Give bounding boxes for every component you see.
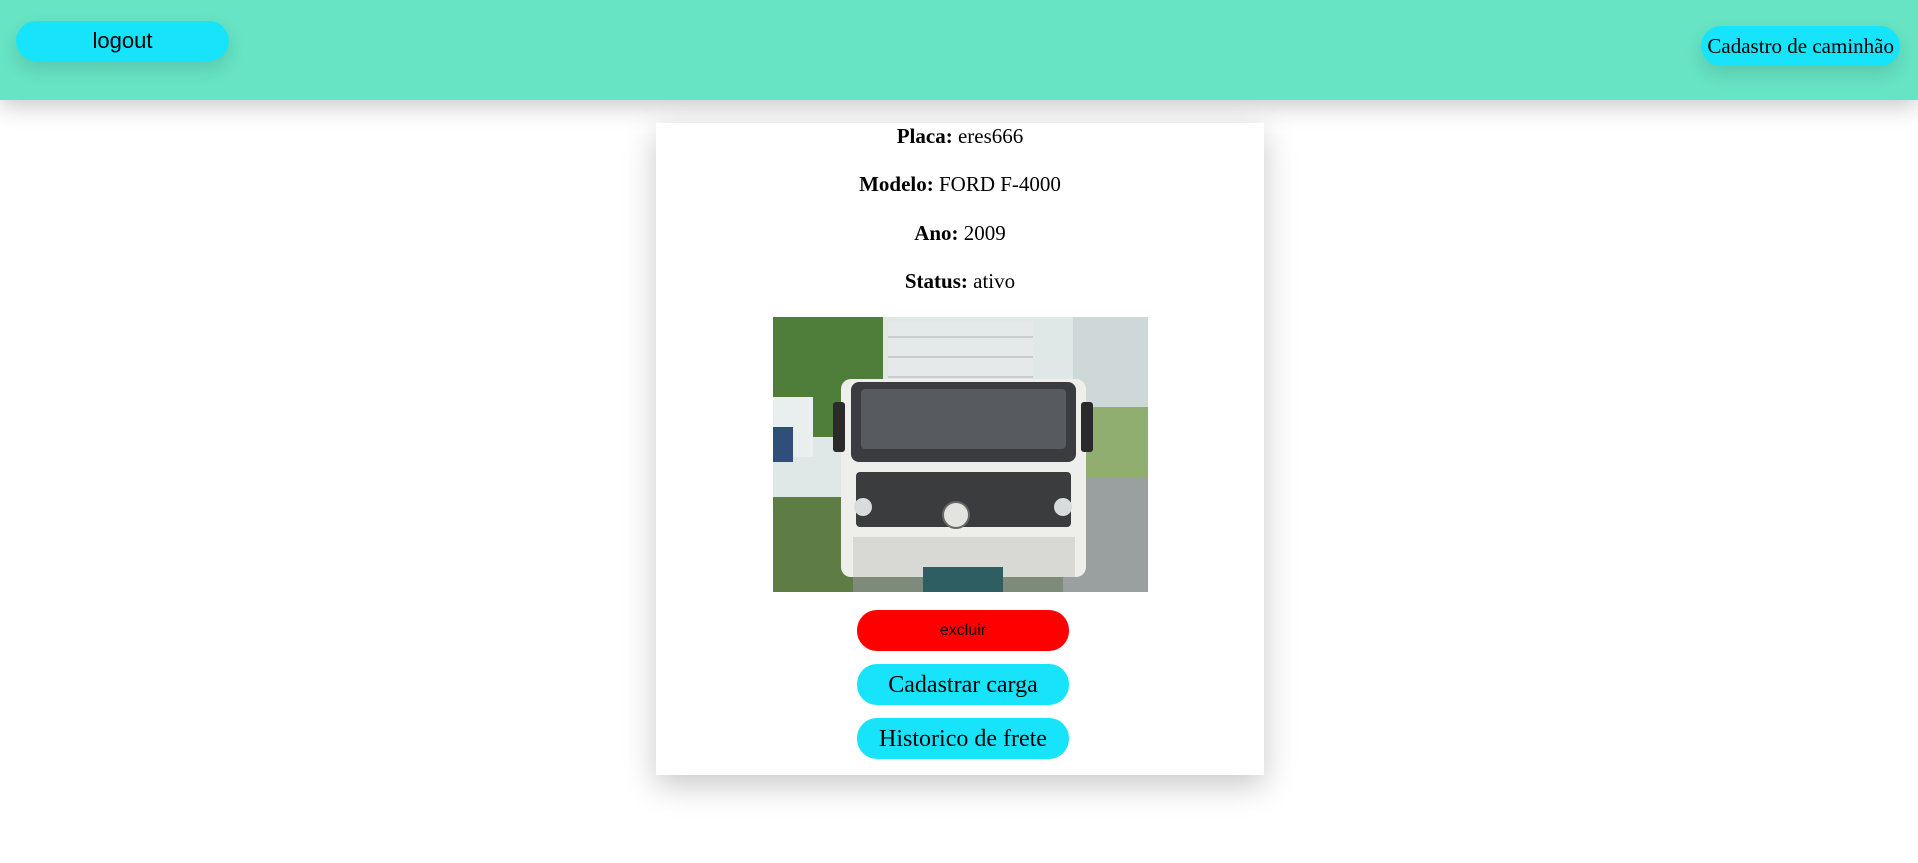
status-field: Status: ativo <box>656 268 1264 294</box>
register-truck-button[interactable]: Cadastro de caminhão <box>1701 26 1900 66</box>
plate-label: Placa: <box>896 124 953 148</box>
status-label: Status: <box>904 269 968 293</box>
year-label: Ano: <box>914 221 959 245</box>
year-field: Ano: 2009 <box>656 220 1264 246</box>
freight-history-button[interactable]: Historico de frete <box>857 718 1069 759</box>
model-field: Modelo: FORD F-4000 <box>656 171 1264 197</box>
logout-button[interactable]: logout <box>16 21 229 61</box>
model-value: FORD F-4000 <box>938 172 1061 196</box>
truck-photo <box>773 317 1148 592</box>
delete-button[interactable]: excluir <box>857 610 1069 651</box>
truck-photo-image <box>773 317 1148 592</box>
year-value: 2009 <box>963 221 1006 245</box>
register-cargo-button[interactable]: Cadastrar carga <box>857 664 1069 705</box>
plate-value: eres666 <box>957 124 1024 148</box>
plate-field: Placa: eres666 <box>656 123 1264 149</box>
truck-card: Placa: eres666 Modelo: FORD F-4000 Ano: … <box>656 123 1264 775</box>
model-label: Modelo: <box>859 172 934 196</box>
status-value: ativo <box>973 269 1016 293</box>
top-navbar: logout Cadastro de caminhão <box>0 0 1918 100</box>
